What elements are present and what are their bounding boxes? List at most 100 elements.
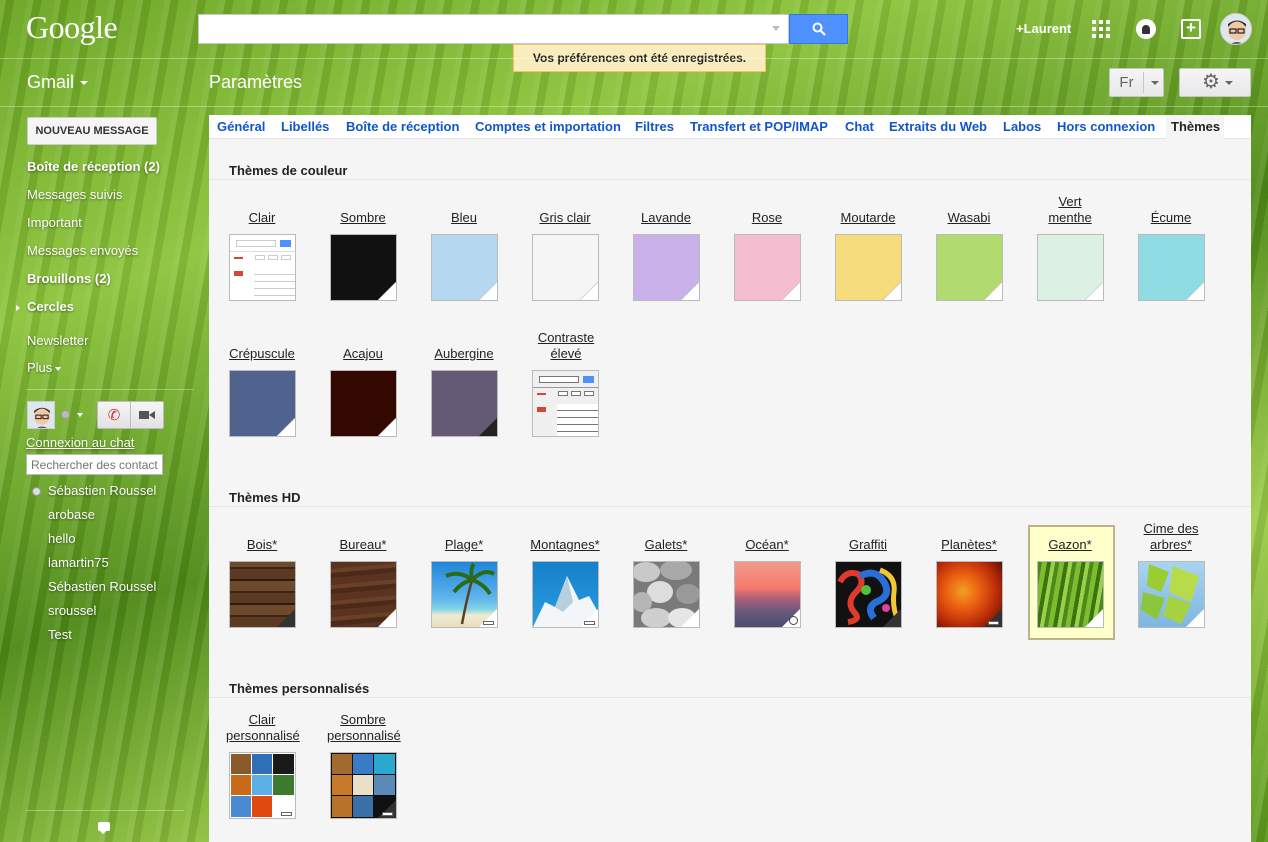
theme-swatch[interactable]	[936, 234, 1003, 301]
settings-gear-button[interactable]: ⚙	[1179, 68, 1251, 97]
contact-item[interactable]: Test	[48, 627, 72, 642]
theme-label[interactable]: Bois*	[212, 537, 312, 553]
search-options-chevron-icon[interactable]	[772, 26, 780, 31]
theme-label[interactable]: Wasabi	[919, 210, 1019, 226]
theme-swatch[interactable]	[532, 234, 599, 301]
theme-label[interactable]: Gris clair	[515, 210, 615, 226]
share-plus-icon[interactable]: +	[1181, 19, 1201, 39]
tab-accounts[interactable]: Comptes et importation	[475, 119, 621, 134]
contact-item[interactable]: sroussel	[48, 603, 96, 618]
theme-swatch[interactable]	[330, 234, 397, 301]
chat-avatar[interactable]	[27, 401, 55, 429]
theme-swatch[interactable]	[1037, 561, 1104, 628]
theme-label[interactable]: Graffiti	[818, 537, 918, 553]
gmail-menu[interactable]: Gmail	[27, 72, 89, 93]
theme-label[interactable]: Crépuscule	[212, 346, 312, 362]
chevron-down-icon[interactable]	[77, 413, 83, 417]
contact-item[interactable]: Sébastien Roussel	[48, 483, 156, 498]
sidebar-item-more[interactable]: Plus	[27, 360, 62, 375]
tab-chat[interactable]: Chat	[845, 119, 874, 134]
theme-label[interactable]: Sombre personnalisé	[327, 712, 401, 744]
theme-swatch[interactable]	[229, 752, 296, 819]
theme-swatch[interactable]	[431, 370, 498, 437]
theme-swatch[interactable]	[229, 370, 296, 437]
compose-button[interactable]: NOUVEAU MESSAGE	[27, 117, 157, 145]
contact-item[interactable]: hello	[48, 531, 75, 546]
theme-label[interactable]: Galets*	[616, 537, 716, 553]
theme-swatch[interactable]	[1138, 234, 1205, 301]
tab-general[interactable]: Général	[217, 119, 265, 134]
theme-swatch[interactable]	[532, 370, 599, 437]
sidebar-item-circles[interactable]: Cercles	[27, 299, 74, 314]
theme-swatch[interactable]	[936, 561, 1003, 628]
theme-label[interactable]: Bureau*	[313, 537, 413, 553]
tab-web-clips[interactable]: Extraits du Web	[889, 119, 987, 134]
theme-label[interactable]: Rose	[717, 210, 817, 226]
sidebar-item-drafts[interactable]: Brouillons (2)	[27, 271, 111, 286]
chat-bubble-icon[interactable]	[98, 822, 110, 834]
expand-arrow-icon[interactable]	[16, 305, 20, 311]
theme-label[interactable]: Plage*	[414, 537, 514, 553]
theme-swatch[interactable]	[835, 234, 902, 301]
theme-swatch[interactable]	[431, 561, 498, 628]
theme-label[interactable]: Clair	[212, 210, 312, 226]
tab-filters[interactable]: Filtres	[635, 119, 674, 134]
theme-swatch[interactable]	[229, 561, 296, 628]
theme-swatch[interactable]	[229, 234, 296, 301]
status-dot-icon[interactable]	[61, 410, 70, 419]
sidebar-item-starred[interactable]: Messages suivis	[27, 187, 122, 202]
user-profile-link[interactable]: +Laurent	[1016, 21, 1071, 36]
sidebar-item-important[interactable]: Important	[27, 215, 82, 230]
tab-forwarding[interactable]: Transfert et POP/IMAP	[690, 119, 828, 134]
notifications-bell-icon[interactable]	[1136, 19, 1156, 39]
tab-labs[interactable]: Labos	[1003, 119, 1041, 134]
theme-label[interactable]: Vert menthe	[1046, 194, 1094, 226]
theme-swatch[interactable]	[431, 234, 498, 301]
theme-label[interactable]: Gazon*	[1020, 537, 1120, 553]
theme-label[interactable]: Écume	[1121, 210, 1221, 226]
theme-label[interactable]: Planètes*	[919, 537, 1019, 553]
tab-offline[interactable]: Hors connexion	[1057, 119, 1155, 134]
chevron-down-icon[interactable]	[1151, 81, 1159, 85]
apps-grid-icon[interactable]	[1092, 20, 1110, 38]
account-avatar[interactable]	[1220, 13, 1252, 45]
theme-label[interactable]: Bleu	[414, 210, 514, 226]
theme-swatch[interactable]	[1138, 561, 1205, 628]
theme-swatch[interactable]	[734, 561, 801, 628]
search-input[interactable]	[198, 14, 789, 44]
theme-label[interactable]: Acajou	[313, 346, 413, 362]
sidebar-item-newsletter[interactable]: Newsletter	[27, 333, 88, 348]
phone-call-button[interactable]: ✆	[97, 401, 131, 429]
theme-label[interactable]: Montagnes*	[515, 537, 615, 553]
theme-swatch[interactable]	[330, 561, 397, 628]
theme-label[interactable]: Océan*	[717, 537, 817, 553]
google-logo[interactable]: Google	[26, 9, 118, 46]
search-button[interactable]	[789, 14, 848, 44]
theme-swatch[interactable]	[633, 234, 700, 301]
theme-label[interactable]: Cime des arbres*	[1135, 521, 1207, 553]
sidebar-item-inbox[interactable]: Boîte de réception (2)	[27, 159, 160, 174]
theme-swatch[interactable]	[330, 752, 397, 819]
tab-labels[interactable]: Libellés	[281, 119, 329, 134]
chat-signin-link[interactable]: Connexion au chat	[26, 435, 134, 450]
theme-swatch[interactable]	[1037, 234, 1104, 301]
theme-label[interactable]: Contraste élevé	[533, 330, 599, 362]
contact-search-input[interactable]	[26, 454, 163, 475]
theme-label[interactable]: Moutarde	[818, 210, 918, 226]
theme-swatch[interactable]	[734, 234, 801, 301]
theme-label[interactable]: Clair personnalisé	[226, 712, 300, 744]
theme-swatch[interactable]	[835, 561, 902, 628]
theme-label[interactable]: Sombre	[313, 210, 413, 226]
theme-swatch[interactable]	[633, 561, 700, 628]
sidebar-item-sent[interactable]: Messages envoyés	[27, 243, 138, 258]
theme-label[interactable]: Lavande	[616, 210, 716, 226]
theme-swatch[interactable]	[330, 370, 397, 437]
tab-themes[interactable]: Thèmes	[1171, 119, 1220, 134]
video-call-button[interactable]	[130, 401, 164, 429]
contact-item[interactable]: arobase	[48, 507, 95, 522]
contact-item[interactable]: lamartin75	[48, 555, 109, 570]
theme-label[interactable]: Aubergine	[414, 346, 514, 362]
tab-inbox[interactable]: Boîte de réception	[346, 119, 459, 134]
input-language-button[interactable]: Fr	[1109, 68, 1164, 97]
contact-item[interactable]: Sébastien Roussel	[48, 579, 156, 594]
